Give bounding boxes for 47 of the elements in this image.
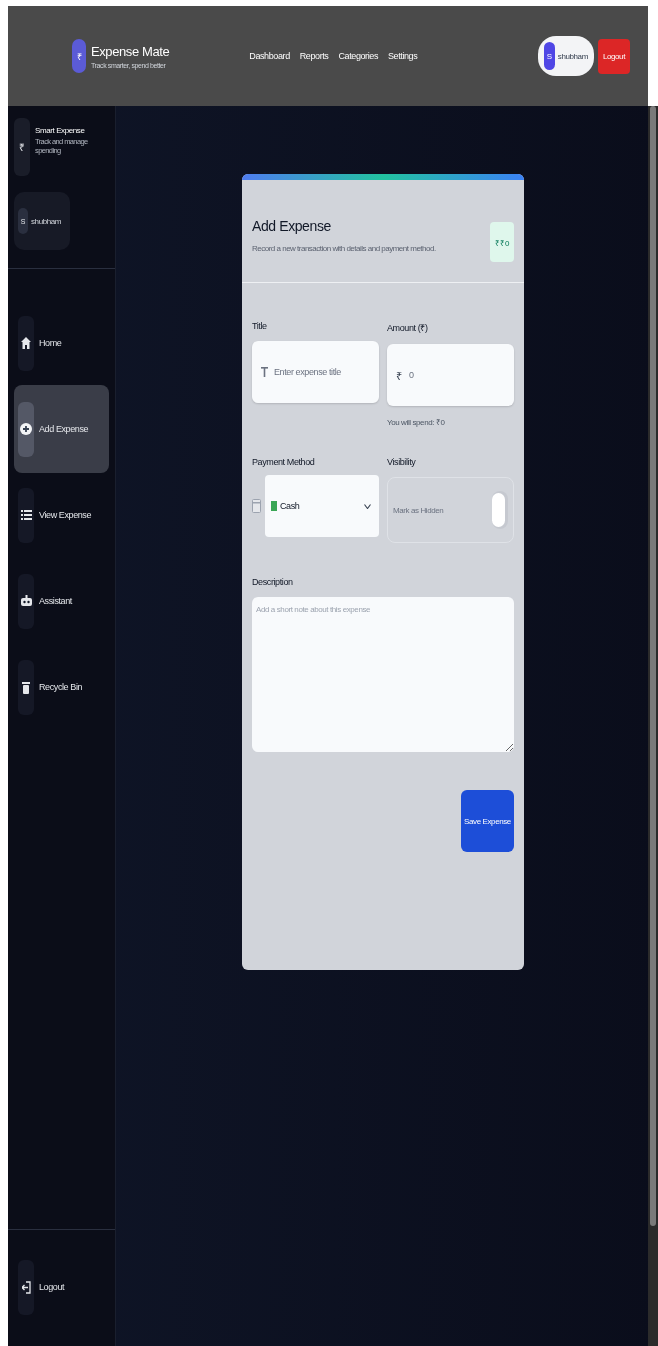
description-field[interactable]: Add a short note about this expense [252,597,514,752]
nav-link[interactable]: Dashboard [249,51,290,61]
logout-link[interactable]: Logout [14,1258,109,1316]
field-label: Payment Method [252,457,316,467]
form-title: Add Expense [252,218,332,234]
field-label: Visibility [387,457,417,467]
field-label: Title [252,321,268,331]
sidebar-item[interactable]: Add Expense [14,385,109,473]
list-icon [20,509,32,521]
text-icon [261,367,268,377]
rupee-icon: ₹ [14,118,30,176]
cash-icon [271,501,277,511]
user-name: shubham [557,51,588,61]
logout-button[interactable]: Logout [597,38,630,74]
payment-select[interactable]: Cash [265,475,379,537]
brand-title: Smart Expense [35,126,86,135]
chevron-down-icon [364,503,371,509]
sidebar-item[interactable]: Assistant [14,572,109,630]
form-subtitle: Record a new transaction with details and payment method. [252,244,436,253]
nav-link[interactable]: Settings [388,51,418,61]
user-name: shubham [31,216,62,226]
sidebar-item[interactable]: Recycle Bin [14,658,109,716]
trash-icon [22,680,30,694]
badge-amount: ₹0 [500,237,510,248]
logout-icon [21,1280,31,1294]
toggle-label: Mark as Hidden [393,505,444,515]
field-label: Description [252,577,294,587]
user-chip[interactable]: S shubham [537,36,594,76]
nav-link[interactable]: Categories [338,51,378,61]
title-field[interactable]: Enter expense title [252,341,379,403]
home-icon [21,337,31,349]
amount-hint: You will spend: ₹0 [387,417,446,427]
avatar: S [543,42,555,70]
plus-circle-icon [20,423,32,435]
logo-icon: ₹ [72,39,86,73]
robot-icon [20,595,32,607]
field-label: Amount (₹) [387,322,429,334]
nav-link[interactable]: Reports [299,51,329,61]
rupee-icon: ₹ [494,236,500,248]
toggle-switch[interactable] [492,491,508,529]
save-button[interactable]: Save Expense [461,790,514,852]
sidebar-item[interactable]: Home [14,314,109,372]
currency-prefix: ₹ [396,368,402,383]
app-name: Expense Mate [91,43,170,59]
scrollbar[interactable] [648,106,658,1346]
card-icon [252,499,261,513]
sidebar-item[interactable]: View Expense [14,486,109,544]
